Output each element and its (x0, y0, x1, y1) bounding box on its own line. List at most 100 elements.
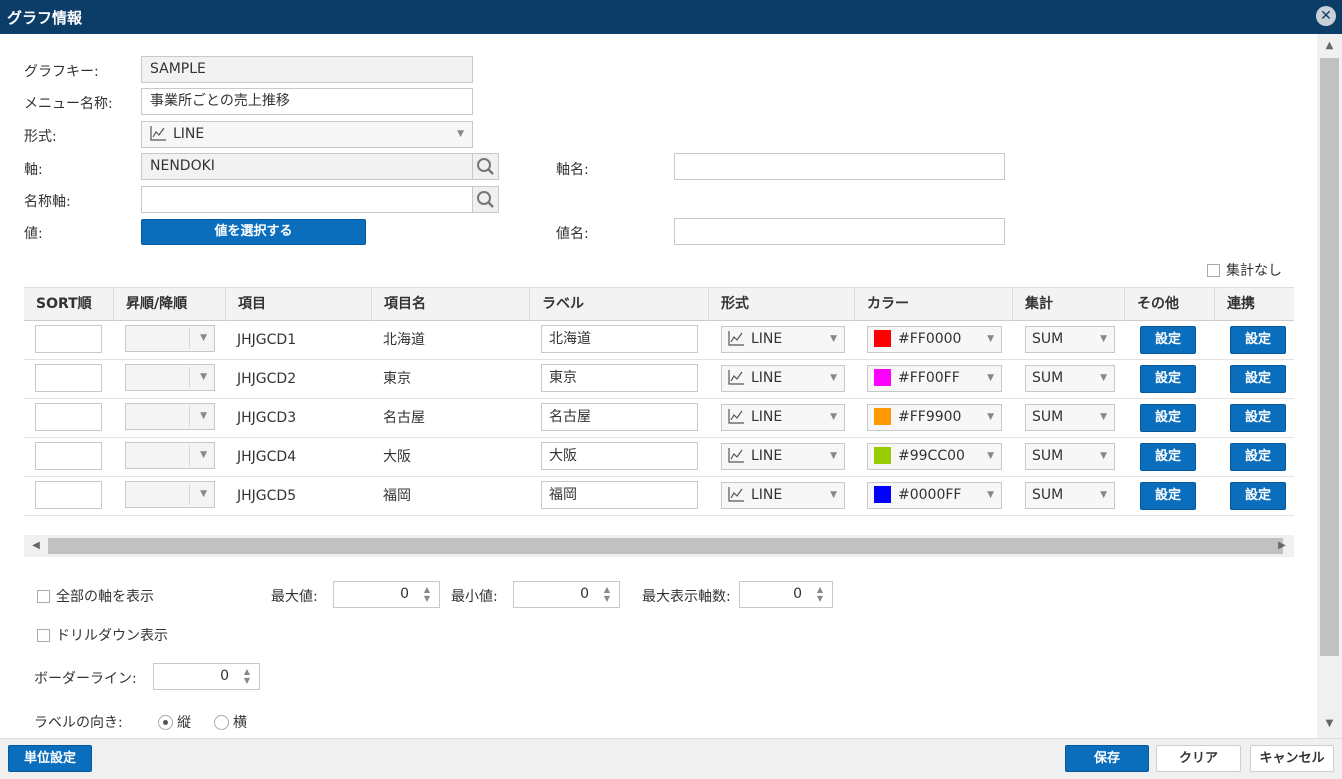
chevron-down-icon: ▼ (987, 412, 994, 422)
color-select[interactable]: #99CC00 ▼ (867, 443, 1002, 470)
clear-button[interactable]: クリア (1156, 745, 1241, 772)
chevron-down-icon: ▼ (200, 489, 207, 499)
sort-input[interactable] (35, 403, 102, 431)
aggregate-select[interactable]: SUM ▼ (1025, 326, 1115, 353)
sort-input[interactable] (35, 325, 102, 353)
horizontal-scrollbar[interactable]: ◀ ▶ (24, 535, 1294, 557)
format-select[interactable]: LINE ▼ (721, 326, 845, 353)
horizontal-label: 横 (233, 715, 247, 731)
border-line-spinner[interactable]: 0 ▲ ▼ (153, 663, 260, 690)
graph-key-label: グラフキー: (24, 64, 99, 80)
column-header-item[interactable]: 項目 (225, 288, 266, 321)
horizontal-scroll-thumb[interactable] (48, 538, 1283, 554)
value-name-input[interactable] (674, 218, 1005, 245)
show-all-axes-checkbox[interactable] (37, 590, 50, 603)
label-input[interactable]: 大阪 (541, 442, 698, 470)
other-settings-button[interactable]: 設定 (1140, 326, 1196, 354)
item-code: JHJGCD5 (237, 488, 297, 504)
column-header-format[interactable]: 形式 (708, 288, 749, 321)
vertical-radio[interactable] (158, 715, 173, 730)
axis-name-input[interactable] (674, 153, 1005, 180)
label-input[interactable]: 名古屋 (541, 403, 698, 431)
format-select[interactable]: LINE ▼ (721, 482, 845, 509)
order-select[interactable]: ▼ (125, 403, 215, 430)
column-header-item-name[interactable]: 項目名 (371, 288, 426, 321)
link-settings-button[interactable]: 設定 (1230, 365, 1286, 393)
menu-name-input[interactable]: 事業所ごとの売上推移 (141, 88, 473, 115)
vertical-scroll-thumb[interactable] (1320, 58, 1339, 656)
spinner-arrows-icon[interactable]: ▲ ▼ (421, 585, 433, 603)
axis-label: 軸: (24, 162, 43, 178)
aggregate-select[interactable]: SUM ▼ (1025, 443, 1115, 470)
save-button[interactable]: 保存 (1065, 745, 1149, 772)
name-axis-label: 名称軸: (24, 194, 71, 210)
label-input[interactable]: 福岡 (541, 481, 698, 509)
color-select[interactable]: #FF00FF ▼ (867, 365, 1002, 392)
max-value-spinner[interactable]: 0 ▲ ▼ (333, 581, 440, 608)
other-settings-button[interactable]: 設定 (1140, 482, 1196, 510)
line-chart-icon (150, 126, 166, 141)
cancel-button[interactable]: キャンセル (1250, 745, 1334, 772)
link-settings-button[interactable]: 設定 (1230, 482, 1286, 510)
order-select[interactable]: ▼ (125, 442, 215, 469)
column-header-aggregate[interactable]: 集計 (1012, 288, 1053, 321)
select-values-button[interactable]: 値を選択する (141, 219, 366, 245)
drilldown-checkbox[interactable] (37, 629, 50, 642)
order-select[interactable]: ▼ (125, 481, 215, 508)
unit-settings-button[interactable]: 単位設定 (8, 745, 92, 772)
scroll-left-icon[interactable]: ◀ (26, 535, 46, 557)
horizontal-radio[interactable] (214, 715, 229, 730)
horizontal-option[interactable]: 横 (214, 712, 247, 732)
color-select[interactable]: #FF9900 ▼ (867, 404, 1002, 431)
close-icon[interactable]: ✕ (1316, 6, 1336, 26)
column-header-color[interactable]: カラー (854, 288, 909, 321)
scroll-down-icon[interactable]: ▼ (1317, 714, 1342, 734)
sort-input[interactable] (35, 481, 102, 509)
aggregate-select[interactable]: SUM ▼ (1025, 482, 1115, 509)
max-axes-spinner[interactable]: 0 ▲ ▼ (739, 581, 833, 608)
column-header-sort[interactable]: SORT順 (24, 288, 92, 321)
format-select[interactable]: LINE ▼ (721, 365, 845, 392)
name-axis-field[interactable] (141, 186, 473, 213)
format-select[interactable]: LINE ▼ (721, 404, 845, 431)
column-header-link[interactable]: 連携 (1214, 288, 1255, 321)
format-select[interactable]: LINE ▼ (141, 121, 473, 148)
other-settings-button[interactable]: 設定 (1140, 443, 1196, 471)
show-all-axes-option[interactable]: 全部の軸を表示 (37, 586, 154, 606)
column-header-other[interactable]: その他 (1124, 288, 1179, 321)
drilldown-option[interactable]: ドリルダウン表示 (37, 625, 168, 645)
label-input[interactable]: 東京 (541, 364, 698, 392)
sort-input[interactable] (35, 364, 102, 392)
link-settings-button[interactable]: 設定 (1230, 404, 1286, 432)
color-select[interactable]: #FF0000 ▼ (867, 326, 1002, 353)
other-settings-button[interactable]: 設定 (1140, 404, 1196, 432)
spinner-arrows-icon[interactable]: ▲ ▼ (601, 585, 613, 603)
color-select[interactable]: #0000FF ▼ (867, 482, 1002, 509)
link-settings-button[interactable]: 設定 (1230, 443, 1286, 471)
vertical-option[interactable]: 縦 (158, 712, 191, 732)
format-select[interactable]: LINE ▼ (721, 443, 845, 470)
drilldown-label: ドリルダウン表示 (56, 628, 168, 644)
other-settings-button[interactable]: 設定 (1140, 365, 1196, 393)
column-header-label[interactable]: ラベル (529, 288, 584, 321)
spinner-arrows-icon[interactable]: ▲ ▼ (814, 585, 826, 603)
column-header-order[interactable]: 昇順/降順 (113, 288, 187, 321)
spinner-arrows-icon[interactable]: ▲ ▼ (241, 667, 253, 685)
show-all-axes-label: 全部の軸を表示 (56, 589, 154, 605)
min-value-spinner[interactable]: 0 ▲ ▼ (513, 581, 620, 608)
label-input[interactable]: 北海道 (541, 325, 698, 353)
sort-input[interactable] (35, 442, 102, 470)
order-select[interactable]: ▼ (125, 325, 215, 352)
vertical-scrollbar[interactable]: ▲ ▼ (1317, 34, 1342, 738)
axis-search-button[interactable] (472, 153, 499, 180)
aggregate-select[interactable]: SUM ▼ (1025, 404, 1115, 431)
name-axis-search-button[interactable] (472, 186, 499, 213)
color-swatch (874, 447, 891, 464)
no-aggregation-checkbox[interactable] (1207, 264, 1220, 277)
link-settings-button[interactable]: 設定 (1230, 326, 1286, 354)
aggregate-select[interactable]: SUM ▼ (1025, 365, 1115, 392)
scroll-right-icon[interactable]: ▶ (1272, 535, 1292, 557)
no-aggregation-option[interactable]: 集計なし (1207, 260, 1282, 280)
order-select[interactable]: ▼ (125, 364, 215, 391)
scroll-up-icon[interactable]: ▲ (1317, 36, 1342, 56)
